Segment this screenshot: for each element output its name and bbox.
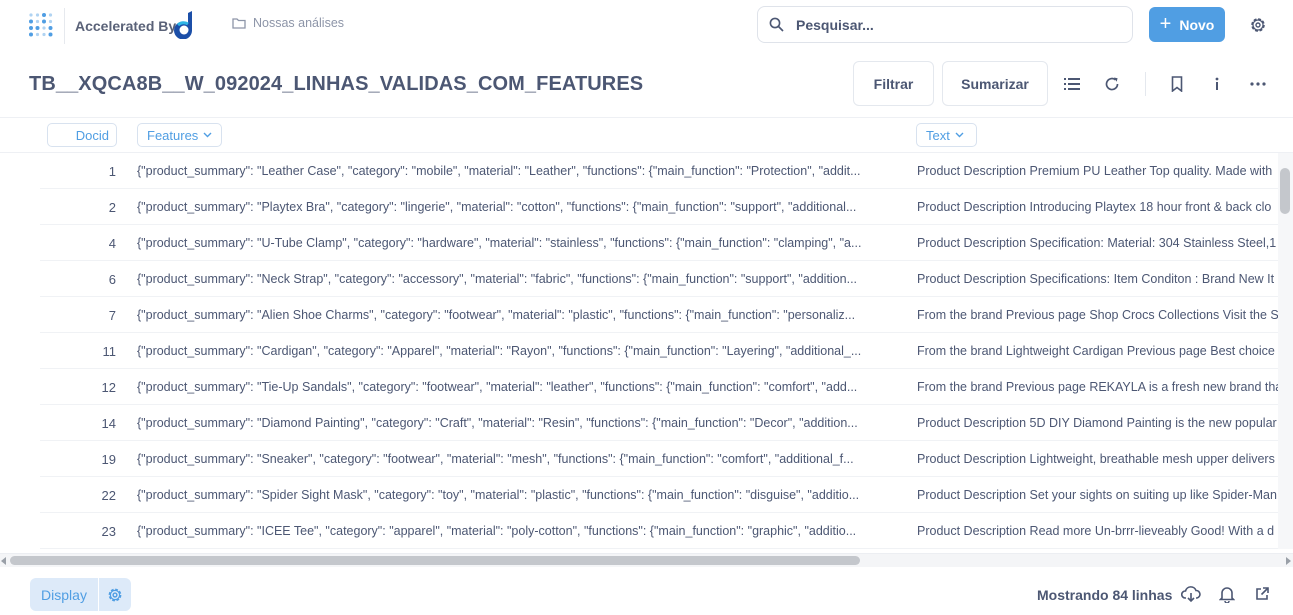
breadcrumb-collection[interactable]: Nossas análises (253, 16, 344, 30)
table-row[interactable]: 22 {"product_summary": "Spider Sight Mask… (0, 477, 1278, 513)
cell-docid: 7 (108, 308, 116, 323)
cell-features[interactable]: {"product_summary": "Cardigan", "categor… (137, 344, 869, 358)
cell-text[interactable]: From the brand Previous page Shop Crocs … (917, 308, 1278, 322)
cell-docid: 23 (101, 524, 116, 539)
cell-docid: 6 (108, 272, 116, 287)
cell-text[interactable]: Product Description 5D DIY Diamond Paint… (917, 416, 1278, 430)
table-row[interactable]: 6 {"product_summary": "Neck Strap", "cate… (0, 261, 1278, 297)
summarize-button[interactable]: Sumarizar (942, 61, 1048, 106)
column-header-label: Text (926, 127, 950, 143)
column-header-docid[interactable]: Docid (47, 123, 117, 147)
scroll-right-icon[interactable] (1286, 557, 1291, 565)
horizontal-scroll-thumb[interactable] (10, 556, 860, 565)
bookmark-icon[interactable] (1168, 75, 1186, 93)
cell-features[interactable]: {"product_summary": "U-Tube Clamp", "cat… (137, 236, 869, 250)
cell-text[interactable]: Product Description Specification: Mater… (917, 236, 1278, 250)
table-top-border (0, 117, 1293, 118)
table-row[interactable]: 4 {"product_summary": "U-Tube Clamp", "ca… (0, 225, 1278, 261)
more-icon[interactable] (1249, 75, 1267, 93)
cell-docid: 22 (101, 488, 116, 503)
cell-text[interactable]: Product Description Set your sights on s… (917, 488, 1278, 502)
table-row[interactable]: 14 {"product_summary": "Diamond Painting"… (0, 405, 1278, 441)
cell-docid: 4 (108, 236, 116, 251)
vertical-scroll-thumb[interactable] (1280, 168, 1290, 214)
column-header-features[interactable]: Features (137, 123, 222, 147)
cell-text[interactable]: Product Description Read more Un-brrr-li… (917, 524, 1278, 538)
cell-features[interactable]: {"product_summary": "Neck Strap", "categ… (137, 272, 869, 286)
cell-docid: 11 (102, 344, 117, 359)
bell-icon[interactable] (1217, 585, 1237, 603)
gear-icon[interactable] (1249, 16, 1267, 34)
cell-features[interactable]: {"product_summary": "Sneaker", "category… (137, 452, 869, 466)
brand-text: Accelerated By (75, 18, 177, 34)
share-icon[interactable] (1252, 585, 1272, 603)
cell-features[interactable]: {"product_summary": "Spider Sight Mask",… (137, 488, 869, 502)
cell-text[interactable]: Product Description Specifications: Item… (917, 272, 1278, 286)
table-row[interactable]: 11 {"product_summary": "Cardigan", "categ… (0, 333, 1278, 369)
table-row[interactable]: 1 {"product_summary": "Leather Case", "ca… (0, 153, 1278, 189)
info-icon[interactable] (1208, 75, 1226, 93)
chevron-down-icon (955, 132, 964, 138)
toolbar-divider (1145, 72, 1146, 96)
refresh-icon[interactable] (1103, 75, 1121, 93)
scroll-left-icon[interactable] (1, 557, 6, 565)
cell-features[interactable]: {"product_summary": "Playtex Bra", "cate… (137, 200, 869, 214)
top-nav: Accelerated By Nossas análises + Novo (0, 0, 1293, 50)
breadcrumb[interactable]: Nossas análises (232, 16, 344, 30)
page-title: TB__XQCA8B__W_092024_LINHAS_VALIDAS_COM_… (29, 73, 644, 95)
plus-icon: + (1159, 12, 1172, 35)
cell-features[interactable]: {"product_summary": "Tie-Up Sandals", "c… (137, 380, 869, 394)
brand-d-icon (174, 11, 196, 40)
display-settings-button[interactable] (99, 578, 131, 611)
cell-text[interactable]: From the brand Previous page REKAYLA is … (917, 380, 1278, 394)
row-count: Mostrando 84 linhas (1037, 587, 1173, 603)
cell-docid: 12 (101, 380, 116, 395)
column-header-label: Features (147, 127, 199, 143)
folder-icon (232, 17, 246, 29)
list-icon[interactable] (1063, 75, 1081, 93)
cell-text[interactable]: From the brand Lightweight Cardigan Prev… (917, 344, 1278, 358)
grid-logo-icon[interactable] (28, 12, 55, 38)
cell-features[interactable]: {"product_summary": "Diamond Painting", … (137, 416, 869, 430)
table-row[interactable]: 19 {"product_summary": "Sneaker", "catego… (0, 441, 1278, 477)
row-divider (40, 548, 1278, 549)
column-header-label: Docid (75, 127, 109, 143)
cell-docid: 14 (101, 416, 116, 431)
column-header-text[interactable]: Text (916, 123, 977, 147)
brand-divider (64, 8, 65, 44)
cell-features[interactable]: {"product_summary": "Leather Case", "cat… (137, 164, 869, 178)
chevron-down-icon (203, 132, 212, 138)
cell-text[interactable]: Product Description Introducing Playtex … (917, 200, 1278, 214)
new-button-label: Novo (1179, 16, 1215, 33)
cell-features[interactable]: {"product_summary": "ICEE Tee", "categor… (137, 524, 869, 538)
table-body: 1 {"product_summary": "Leather Case", "ca… (0, 153, 1278, 549)
search-box[interactable] (757, 6, 1133, 43)
cell-docid: 1 (108, 164, 116, 179)
cell-docid: 19 (101, 452, 116, 467)
gear-icon (108, 588, 122, 601)
cell-text[interactable]: Product Description Premium PU Leather T… (917, 164, 1278, 178)
cell-features[interactable]: {"product_summary": "Alien Shoe Charms",… (137, 308, 869, 322)
cell-text[interactable]: Product Description Lightweight, breatha… (917, 452, 1278, 466)
filter-button[interactable]: Filtrar (853, 61, 934, 106)
display-button[interactable]: Display (30, 578, 98, 611)
download-icon[interactable] (1181, 585, 1201, 603)
table-row[interactable]: 12 {"product_summary": "Tie-Up Sandals", … (0, 369, 1278, 405)
table-row[interactable]: 7 {"product_summary": "Alien Shoe Charms"… (0, 297, 1278, 333)
table-row[interactable]: 2 {"product_summary": "Playtex Bra", "cat… (0, 189, 1278, 225)
search-icon (769, 17, 784, 32)
search-input[interactable] (796, 16, 1116, 33)
new-button[interactable]: + Novo (1149, 7, 1225, 42)
table-row[interactable]: 23 {"product_summary": "ICEE Tee", "categ… (0, 513, 1278, 549)
cell-docid: 2 (108, 200, 116, 215)
